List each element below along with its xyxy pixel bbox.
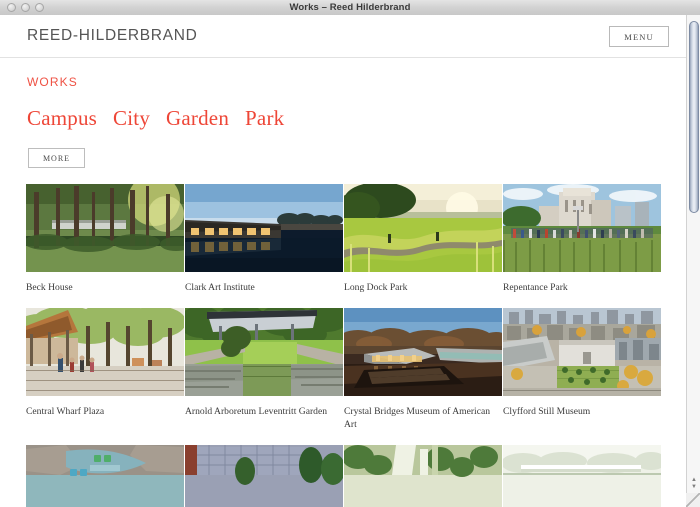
project-tile[interactable]: Beck House <box>26 184 185 294</box>
filter-campus[interactable]: Campus <box>27 106 97 131</box>
project-tile[interactable] <box>185 445 344 507</box>
filter-city[interactable]: City <box>113 106 150 131</box>
project-tile[interactable]: Crystal Bridges Museum of American Art <box>344 308 503 431</box>
zoom-button[interactable] <box>35 3 44 12</box>
project-thumbnail-long-dock[interactable] <box>344 184 502 272</box>
page-viewport: REED‐HILDERBRAND MENU WORKS Campus City … <box>0 15 686 507</box>
project-caption: Arnold Arboretum Leventritt Garden <box>185 406 327 417</box>
window-controls <box>7 3 44 12</box>
window-resize-grip[interactable] <box>686 493 700 507</box>
project-thumbnail-arnold[interactable] <box>185 308 343 396</box>
project-thumbnail-clark-art[interactable] <box>185 184 343 272</box>
project-thumbnail-glass-building[interactable] <box>185 445 343 507</box>
filter-list: Campus City Garden Park <box>27 106 284 131</box>
more-button[interactable]: MORE <box>28 148 85 168</box>
project-tile[interactable] <box>344 445 503 507</box>
window-title: Works – Reed Hilderbrand <box>289 2 411 13</box>
project-tile[interactable]: Clyfford Still Museum <box>503 308 662 431</box>
project-tile[interactable] <box>503 445 662 507</box>
vertical-scrollbar[interactable]: ▲ ▼ <box>686 15 700 507</box>
scrollbar-arrows[interactable]: ▲ ▼ <box>690 477 698 491</box>
project-tile[interactable]: Clark Art Institute <box>185 184 344 294</box>
filter-park[interactable]: Park <box>245 106 284 131</box>
project-tile[interactable]: Arnold Arboretum Leventritt Garden <box>185 308 344 431</box>
project-caption: Beck House <box>26 282 73 293</box>
project-tile[interactable]: Central Wharf Plaza <box>26 308 185 431</box>
project-thumbnail-pale-landscape[interactable] <box>503 445 661 507</box>
project-thumbnail-repentance[interactable] <box>503 184 661 272</box>
project-thumbnail-clyfford[interactable] <box>503 308 661 396</box>
browser-window: Works – Reed Hilderbrand REED‐HILDERBRAN… <box>0 0 700 507</box>
project-caption: Clark Art Institute <box>185 282 255 293</box>
project-tile[interactable]: Long Dock Park <box>344 184 503 294</box>
project-tile[interactable]: Repentance Park <box>503 184 662 294</box>
window-titlebar: Works – Reed Hilderbrand <box>0 0 700 16</box>
project-caption: Crystal Bridges Museum of American Art <box>344 406 491 430</box>
filter-garden[interactable]: Garden <box>166 106 229 131</box>
close-button[interactable] <box>7 3 16 12</box>
minimize-button[interactable] <box>21 3 30 12</box>
project-caption: Repentance Park <box>503 282 568 293</box>
project-grid: Beck House Clark Art Institute Long Dock… <box>26 184 664 507</box>
project-caption: Clyfford Still Museum <box>503 406 591 417</box>
project-thumbnail-aerial-green[interactable] <box>344 445 502 507</box>
page-title: WORKS <box>27 75 78 89</box>
project-thumbnail-crystal[interactable] <box>344 308 502 396</box>
scrollbar-thumb[interactable] <box>689 21 699 213</box>
project-caption: Long Dock Park <box>344 282 408 293</box>
project-thumbnail-waterfront[interactable] <box>26 445 184 507</box>
project-thumbnail-beck-house[interactable] <box>26 184 184 272</box>
project-tile[interactable] <box>26 445 185 507</box>
site-header: REED‐HILDERBRAND MENU <box>0 15 686 58</box>
site-logo[interactable]: REED‐HILDERBRAND <box>27 27 198 45</box>
project-caption: Central Wharf Plaza <box>26 406 105 417</box>
project-thumbnail-central-wharf[interactable] <box>26 308 184 396</box>
menu-button[interactable]: MENU <box>609 26 669 47</box>
